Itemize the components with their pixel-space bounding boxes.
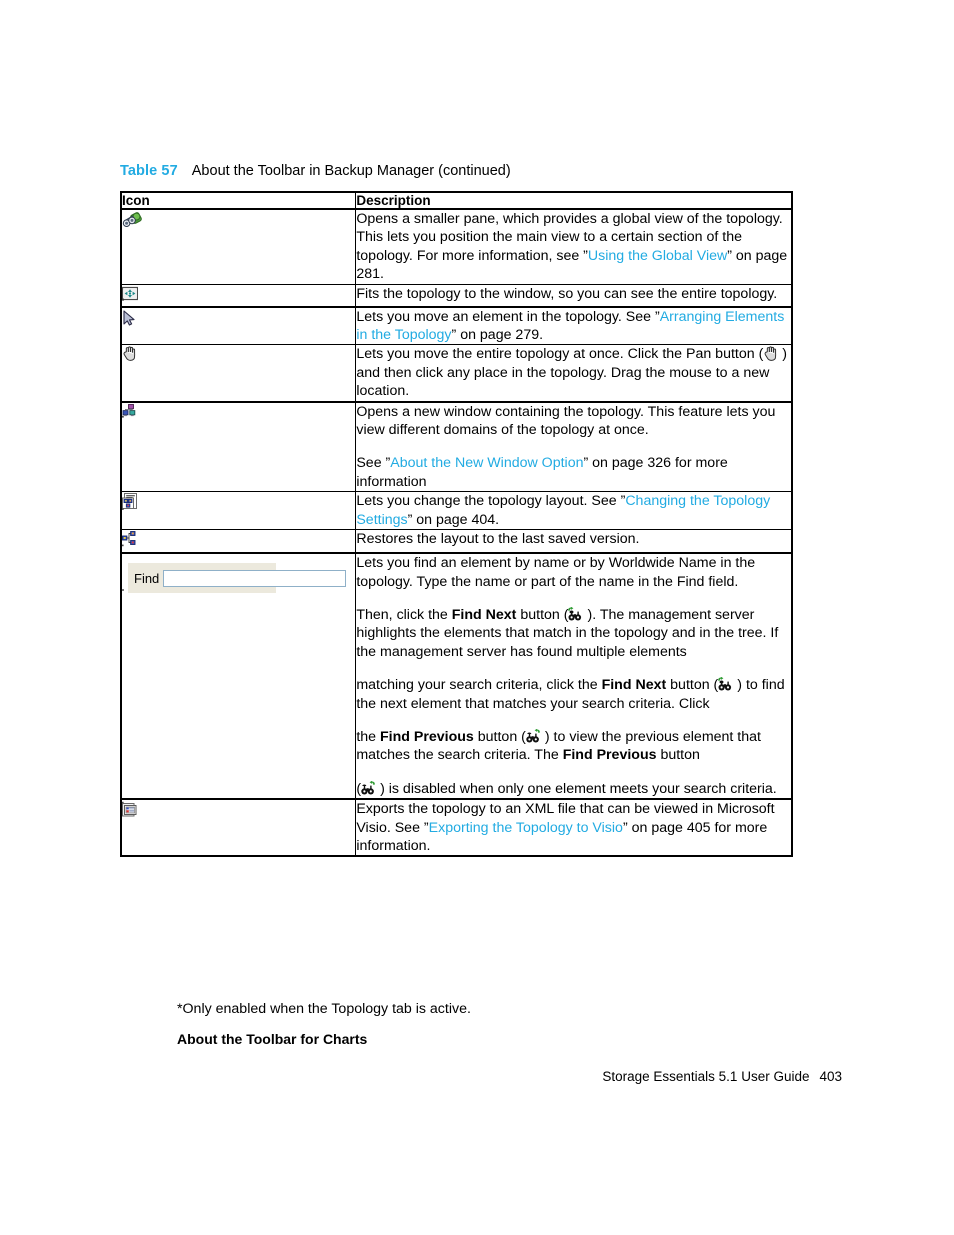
find-next-icon <box>568 606 587 623</box>
find-previous-icon <box>526 728 545 745</box>
description-cell: Opens a smaller pane, which provides a g… <box>355 207 792 285</box>
column-header-icon: Icon <box>120 192 357 210</box>
icon-cell <box>120 529 357 554</box>
find-input[interactable] <box>163 569 347 587</box>
text-run: Lets you change the topology layout. See… <box>356 493 626 510</box>
find-next-icon <box>718 677 737 693</box>
pan-hand-icon <box>763 346 782 362</box>
description-paragraph: See ”About the New Window Option” on pag… <box>356 454 791 491</box>
page-number: 403 <box>819 1069 842 1084</box>
text-run: the <box>356 728 381 745</box>
table-row: Lets you move the entire topology at onc… <box>120 344 792 403</box>
table-row: Lets you move an element in the topology… <box>120 305 792 346</box>
text-run: button ( <box>666 677 719 694</box>
description-paragraph: Opens a new window containing the topolo… <box>356 403 791 440</box>
find-previous-icon <box>361 780 380 797</box>
text-run: button ( <box>473 728 526 745</box>
icon-cell <box>120 283 357 308</box>
description-cell: Fits the topology to the window, so you … <box>355 283 792 308</box>
table-row: Lets you change the topology layout. See… <box>120 491 792 531</box>
icon-cell: Find <box>120 552 357 800</box>
description-cell: Lets you move the entire topology at onc… <box>355 344 792 403</box>
guide-title: Storage Essentials 5.1 User Guide <box>602 1069 810 1084</box>
description-paragraph: matching your search criteria, click the… <box>356 676 791 713</box>
description-paragraph: Lets you move the entire topology at onc… <box>356 345 791 400</box>
icon-cell <box>120 207 357 285</box>
cross-reference-link[interactable]: About the New Window Option <box>390 455 583 471</box>
text-run: ) is disabled when only one element meet… <box>380 780 777 797</box>
text-run: See ” <box>356 455 391 472</box>
table-row: Exports the topology to an XML file that… <box>120 798 792 857</box>
icon-cell <box>120 344 357 403</box>
find-label: Find <box>134 570 160 586</box>
description-paragraph: Then, click the Find Next button (). The… <box>356 606 791 661</box>
text-run: matching your search criteria, click the <box>356 677 602 694</box>
description-paragraph: the Find Previous button () to view the … <box>356 728 791 765</box>
document-page: Table 57 About the Toolbar in Backup Mana… <box>0 0 954 1235</box>
text-run: ” on page 279. <box>451 327 544 344</box>
arrow-pointer-icon[interactable] <box>122 310 136 327</box>
pan-hand-icon[interactable] <box>122 346 137 362</box>
table-header-row: Icon Description <box>120 192 792 210</box>
table-caption: Table 57 About the Toolbar in Backup Mana… <box>120 163 511 179</box>
description-cell: Opens a new window containing the topolo… <box>355 400 792 493</box>
table-row: Opens a new window containing the topolo… <box>120 400 792 493</box>
table-row: Restores the layout to the last saved ve… <box>120 529 792 554</box>
text-run: Lets you find an element by name or by W… <box>356 555 756 590</box>
export-visio-icon[interactable] <box>122 801 138 818</box>
scan-artifact <box>122 589 124 592</box>
table-row: Opens a smaller pane, which provides a g… <box>120 207 792 285</box>
icon-cell <box>120 491 357 531</box>
icon-cell <box>120 798 357 857</box>
column-header-description: Description <box>355 192 792 210</box>
description-paragraph: Lets you find an element by name or by W… <box>356 554 791 591</box>
description-paragraph: Lets you move an element in the topology… <box>356 308 791 345</box>
text-run: Lets you move the entire topology at onc… <box>356 346 764 363</box>
description-paragraph: () is disabled when only one element mee… <box>356 780 791 798</box>
table-number: Table 57 <box>120 163 178 179</box>
bold-term: Find Next <box>601 677 667 694</box>
new-window-topology-icon[interactable] <box>122 403 136 418</box>
description-paragraph: Exports the topology to an XML file that… <box>356 800 791 855</box>
page-footer: Storage Essentials 5.1 User Guide 403 <box>602 1069 842 1084</box>
icon-cell <box>120 305 357 346</box>
bold-term: Find Previous <box>562 747 657 764</box>
topology-settings-icon[interactable] <box>122 493 138 511</box>
description-cell: Lets you find an element by name or by W… <box>355 552 792 800</box>
text-run: Lets you move an element in the topology… <box>356 308 660 325</box>
bold-term: Find Next <box>451 606 517 623</box>
toolbar-reference-table: Icon Description Opens a smaller pane, w… <box>120 190 793 858</box>
footnote: *Only enabled when the Topology tab is a… <box>177 1001 471 1017</box>
cross-reference-link[interactable]: Exporting the Topology to Visio <box>429 820 623 836</box>
description-cell: Lets you change the topology layout. See… <box>355 491 792 531</box>
text-run: Restores the layout to the last saved ve… <box>356 531 640 548</box>
text-run: button <box>656 747 700 764</box>
text-run: button ( <box>516 606 569 623</box>
text-run: Then, click the <box>356 606 452 623</box>
description-paragraph: Restores the layout to the last saved ve… <box>356 530 791 548</box>
section-heading: About the Toolbar for Charts <box>177 1031 368 1047</box>
text-run: Opens a new window containing the topolo… <box>356 403 776 439</box>
description-paragraph: Lets you change the topology layout. See… <box>356 492 791 529</box>
table-title: About the Toolbar in Backup Manager (con… <box>191 163 511 179</box>
bold-term: Find Previous <box>380 728 474 745</box>
table-row: Fits the topology to the window, so you … <box>120 283 792 308</box>
text-run: ” on page 404. <box>407 511 500 528</box>
table-row: Find Lets you find an element by name or … <box>120 552 792 800</box>
table-body: Opens a smaller pane, which provides a g… <box>120 207 792 857</box>
description-cell: Restores the layout to the last saved ve… <box>355 529 792 554</box>
find-field-widget[interactable]: Find <box>122 563 347 594</box>
description-cell: Lets you move an element in the topology… <box>355 305 792 346</box>
text-run: Fits the topology to the window, so you … <box>356 285 778 302</box>
description-cell: Exports the topology to an XML file that… <box>355 798 792 857</box>
description-paragraph: Opens a smaller pane, which provides a g… <box>356 210 791 284</box>
icon-cell <box>120 400 357 493</box>
fit-to-window-icon[interactable] <box>122 286 138 301</box>
binoculars-global-view-icon[interactable] <box>122 211 142 229</box>
restore-layout-icon[interactable] <box>122 531 136 547</box>
description-paragraph: Fits the topology to the window, so you … <box>356 285 791 303</box>
cross-reference-link[interactable]: Using the Global View <box>588 248 727 264</box>
